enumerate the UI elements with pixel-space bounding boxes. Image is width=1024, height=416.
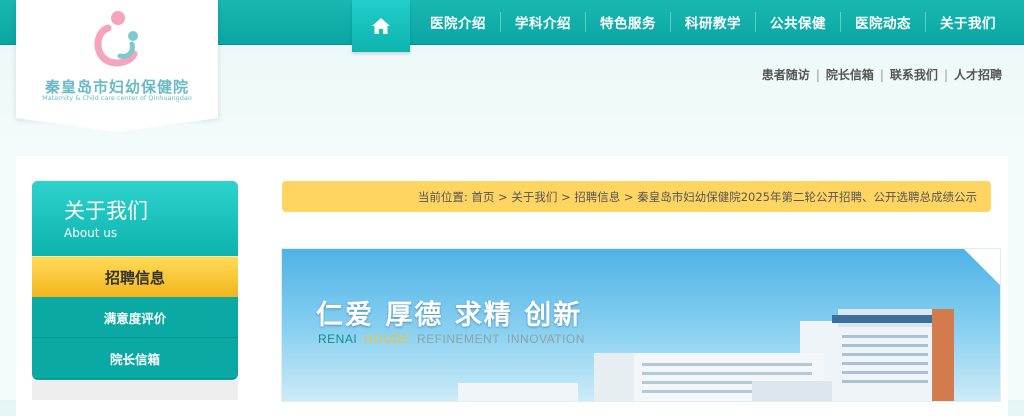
link-separator: | xyxy=(879,68,884,82)
banner-slogan: 仁爱 厚德 求精 创新 xyxy=(316,300,583,331)
link-recruitment[interactable]: 人才招聘 xyxy=(954,68,1002,82)
main-nav: 医院介绍 学科介绍 特色服务 科研教学 公共保健 医院动态 关于我们 xyxy=(352,0,1010,52)
link-patient-followup[interactable]: 患者随访 xyxy=(762,68,810,82)
sidebar-footer xyxy=(32,380,238,400)
sidebar-title: 关于我们 xyxy=(64,199,148,223)
nav-home-button[interactable] xyxy=(352,0,410,52)
nav-item-news[interactable]: 医院动态 xyxy=(841,0,925,44)
link-separator: | xyxy=(943,68,948,82)
sidebar-item-recruitment-active[interactable]: 招聘信息 xyxy=(32,256,238,297)
hero-banner: 仁爱 厚德 求精 创新 RENAI HOUDE REFINEMENT INNOVATI… xyxy=(281,248,1001,402)
banner-word: REFINEMENT xyxy=(417,332,501,346)
link-president-mailbox[interactable]: 院长信箱 xyxy=(826,68,874,82)
sidebar-header: 关于我们 About us xyxy=(32,181,238,256)
banner-word: RENAI xyxy=(318,332,358,346)
sidebar: 关于我们 About us 招聘信息 满意度评价 院长信箱 xyxy=(32,181,238,380)
banner-word: INNOVATION xyxy=(507,332,585,346)
banner-word: HOUDE xyxy=(364,332,411,346)
nav-item-public-health[interactable]: 公共保健 xyxy=(756,0,840,44)
logo-emblem-icon xyxy=(94,11,138,67)
nav-item-special-services[interactable]: 特色服务 xyxy=(586,0,670,44)
nav-item-hospital-intro[interactable]: 医院介绍 xyxy=(416,0,500,44)
logo[interactable]: 秦皇岛市妇幼保健院 Maternity & Child care center … xyxy=(16,0,218,132)
sidebar-item-satisfaction[interactable]: 满意度评价 xyxy=(32,297,238,338)
nav-item-research[interactable]: 科研教学 xyxy=(671,0,755,44)
banner-corner-decoration xyxy=(964,249,1000,285)
nav-item-about[interactable]: 关于我们 xyxy=(926,0,1010,44)
breadcrumb: 当前位置: 首页 > 关于我们 > 招聘信息 > 秦皇岛市妇幼保健院2025年第… xyxy=(282,181,991,212)
top-quick-links: 患者随访 | 院长信箱 | 联系我们 | 人才招聘 xyxy=(762,66,1002,83)
nav-item-departments[interactable]: 学科介绍 xyxy=(501,0,585,44)
logo-name-en: Maternity & Child care center of Qinhuan… xyxy=(42,94,192,102)
link-contact-us[interactable]: 联系我们 xyxy=(890,68,938,82)
home-icon xyxy=(372,18,390,34)
banner-slogan-english: RENAI HOUDE REFINEMENT INNOVATION xyxy=(318,332,592,346)
sidebar-item-president-mailbox[interactable]: 院长信箱 xyxy=(32,338,238,379)
sidebar-subtitle: About us xyxy=(64,226,118,240)
link-separator: | xyxy=(815,68,820,82)
